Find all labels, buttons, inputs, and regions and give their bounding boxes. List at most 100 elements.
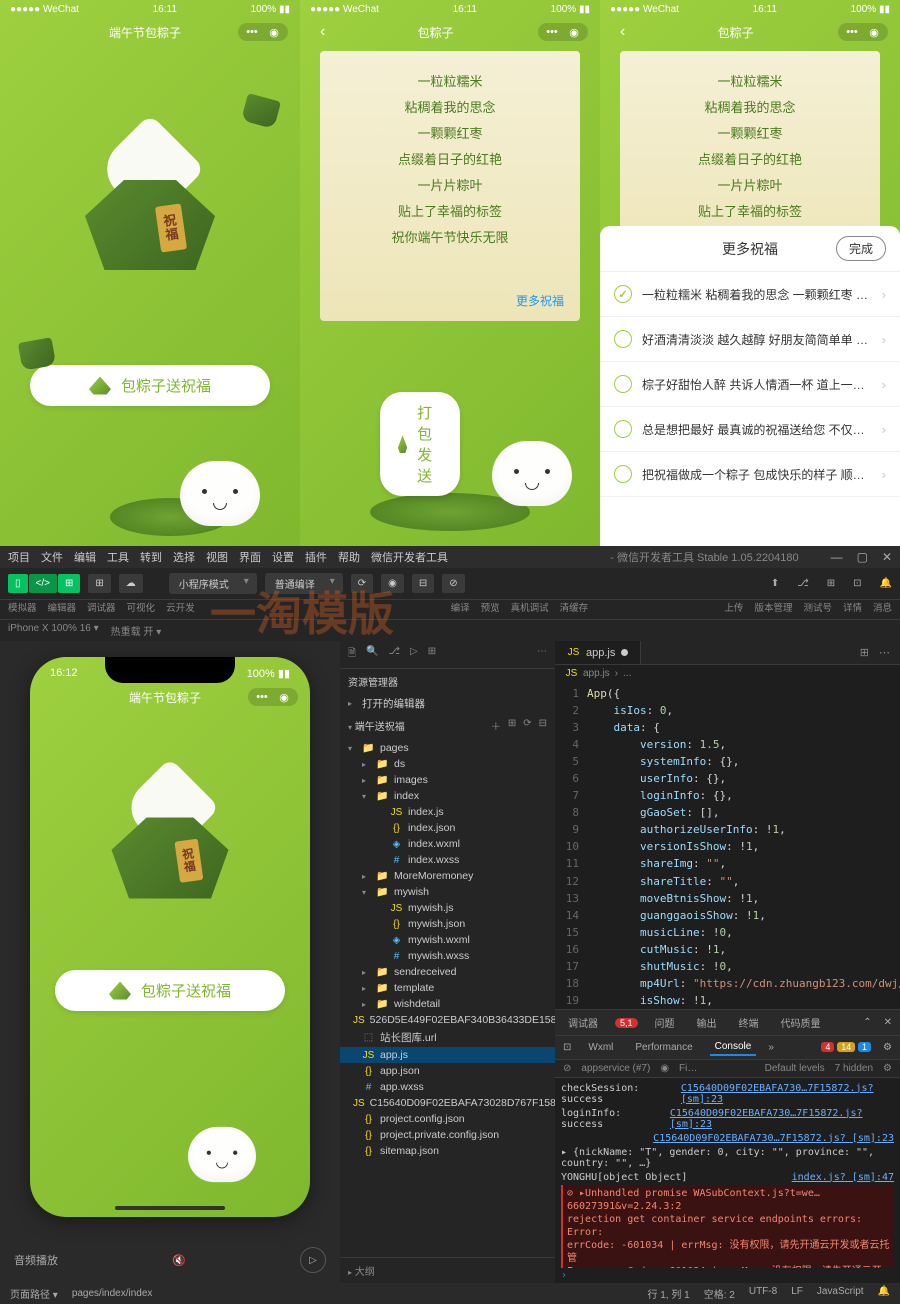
wish-item[interactable]: 好酒清清淡淡 越久越醇 好朋友简简单单 越久越… › — [600, 317, 900, 362]
eye-icon[interactable]: ◉ — [660, 1063, 669, 1074]
console-log[interactable]: checkSession: successC15640D09F02EBAFA73… — [561, 1081, 894, 1106]
tree-item[interactable]: ▸ 📁 template — [340, 980, 555, 996]
capsule-button[interactable]: ••• ◉ — [538, 23, 588, 41]
tree-item[interactable]: ▾ 📁 mywish — [340, 884, 555, 900]
new-folder-icon[interactable]: ⊞ — [508, 718, 516, 733]
radio-icon[interactable] — [614, 375, 632, 393]
device-select[interactable]: iPhone X 100% 16 ▾ — [8, 623, 99, 638]
radio-icon[interactable] — [614, 285, 632, 303]
cloud-toggle[interactable]: ☁ — [119, 574, 143, 593]
tree-item[interactable]: {} sitemap.json — [340, 1143, 555, 1159]
menu-icon[interactable]: ••• — [846, 26, 858, 38]
close-icon[interactable]: ◉ — [278, 691, 290, 703]
panel-close-icon[interactable]: ✕ — [884, 1017, 892, 1028]
more-tabs-icon[interactable]: » — [768, 1042, 774, 1053]
menu-item[interactable]: 界面 — [239, 549, 261, 565]
hot-reload-select[interactable]: 热重载 开 ▾ — [111, 623, 162, 638]
branch-icon[interactable]: ⎇ — [389, 646, 401, 663]
subtab-performance[interactable]: Performance — [630, 1040, 697, 1055]
sim-action-button[interactable]: 包粽子送祝福 — [55, 970, 285, 1011]
detail-icon[interactable]: ⊡ — [853, 578, 861, 589]
menu-item[interactable]: 设置 — [272, 549, 294, 565]
capsule-button[interactable]: ••• ◉ — [238, 23, 288, 41]
editor-tab-active[interactable]: JS app.js — [555, 641, 641, 664]
upload-icon[interactable]: ⬆ — [771, 578, 779, 589]
tree-item[interactable]: {} index.json — [340, 820, 555, 836]
settings-icon[interactable]: ⚙ — [883, 1042, 892, 1053]
breadcrumb[interactable]: JS app.js › ... — [555, 665, 900, 682]
menu-item[interactable]: 插件 — [305, 549, 327, 565]
tab-codequality[interactable]: 代码质量 — [776, 1013, 826, 1032]
done-button[interactable]: 完成 — [836, 236, 886, 261]
menu-item[interactable]: 转到 — [140, 549, 162, 565]
more-wishes-link[interactable]: 更多祝福 — [516, 292, 564, 309]
refresh-icon[interactable]: ⟳ — [523, 718, 531, 733]
tree-item[interactable]: ▾ 📁 pages — [340, 740, 555, 756]
main-action-button[interactable]: 包粽子送祝福 — [30, 365, 270, 406]
console-log[interactable]: loginInfo: successC15640D09F02EBAFA730…7… — [561, 1106, 894, 1131]
tree-item[interactable]: ⬚ 站长图库.url — [340, 1028, 555, 1047]
project-section[interactable]: ▾ 端午送祝福 ＋ ⊞ ⟳ ⊟ — [340, 713, 555, 738]
subtab-console[interactable]: Console — [710, 1039, 757, 1056]
radio-icon[interactable] — [614, 465, 632, 483]
preview-button[interactable]: ◉ — [381, 574, 404, 593]
console-log[interactable]: YONGHU[object Object]index.js? [sm]:47 — [561, 1170, 894, 1184]
tree-item[interactable]: {} project.config.json — [340, 1111, 555, 1127]
tree-item[interactable]: ◈ index.wxml — [340, 836, 555, 852]
console-prompt[interactable]: › — [555, 1268, 900, 1283]
encoding[interactable]: UTF-8 — [749, 1286, 777, 1301]
split-icon[interactable]: ⊞ — [860, 646, 869, 659]
collapse-icon[interactable]: ⊟ — [539, 718, 547, 733]
console-log[interactable]: C15640D09F02EBAFA730…7F15872.js? [sm]:23 — [561, 1131, 894, 1145]
more-icon[interactable]: ⋯ — [879, 646, 890, 659]
tree-item[interactable]: {} app.json — [340, 1063, 555, 1079]
close-icon[interactable]: ◉ — [268, 26, 280, 38]
clear-console-icon[interactable]: ⊘ — [563, 1063, 571, 1074]
tree-item[interactable]: {} project.private.config.json — [340, 1127, 555, 1143]
menu-item[interactable]: 微信开发者工具 — [371, 549, 448, 565]
filter-input[interactable]: Fi… — [679, 1063, 755, 1074]
tree-item[interactable]: ▸ 📁 images — [340, 772, 555, 788]
warn-count[interactable]: 14 — [837, 1042, 855, 1052]
tree-item[interactable]: # app.wxss — [340, 1079, 555, 1095]
tab-problems[interactable]: 问题 — [650, 1013, 680, 1032]
audio-playback-label[interactable]: 音频播放 — [14, 1252, 58, 1268]
menu-item[interactable]: 工具 — [107, 549, 129, 565]
more-icon[interactable]: ⋯ — [537, 646, 547, 663]
capsule-button[interactable]: ••• ◉ — [248, 688, 298, 706]
send-button[interactable]: 打包发送 — [380, 392, 460, 496]
radio-icon[interactable] — [614, 420, 632, 438]
menu-item[interactable]: 项目 — [8, 549, 30, 565]
menu-item[interactable]: 编辑 — [74, 549, 96, 565]
tree-item[interactable]: ◈ mywish.wxml — [340, 932, 555, 948]
tree-item[interactable]: # index.wxss — [340, 852, 555, 868]
clear-cache-button[interactable]: ⊘ — [442, 574, 464, 593]
outline-section[interactable]: ▸ 大纲 — [340, 1257, 555, 1283]
page-path[interactable]: pages/index/index — [72, 1288, 153, 1299]
tree-item[interactable]: # mywish.wxss — [340, 948, 555, 964]
inspect-icon[interactable]: ⊡ — [563, 1042, 571, 1053]
wish-item[interactable]: 总是想把最好 最真诚的祝福送给您 不仅是在每… › — [600, 407, 900, 452]
console-error[interactable]: ⊘ ▸Unhandled promise WASubContext.js?t=w… — [561, 1185, 894, 1268]
tree-item[interactable]: {} mywish.json — [340, 916, 555, 932]
menu-icon[interactable]: ••• — [256, 691, 268, 703]
wish-item[interactable]: 棕子好甜怡人醉 共诉人情酒一杯 道上一句祝福… › — [600, 362, 900, 407]
message-icon[interactable]: 🔔 — [880, 578, 892, 589]
new-file-icon[interactable]: ＋ — [491, 718, 501, 733]
search-icon[interactable]: 🔍 — [366, 646, 378, 663]
context-select[interactable]: appservice (#7) — [581, 1063, 650, 1074]
visual-toggle[interactable]: ⊞ — [88, 574, 110, 593]
explorer-icon[interactable]: 🗎 — [348, 646, 356, 663]
simulated-device[interactable]: 16:12 100% ▮▮ 端午节包粽子 ••• ◉ 祝福 — [30, 657, 310, 1217]
error-count[interactable]: 4 — [821, 1042, 834, 1052]
remote-debug-button[interactable]: ⊟ — [412, 574, 434, 593]
compile-select[interactable]: 普通编译 — [265, 573, 343, 594]
ext-icon[interactable]: ⊞ — [428, 646, 436, 663]
tree-item[interactable]: ▸ 📁 MoreMoremoney — [340, 868, 555, 884]
tree-item[interactable]: JS 526D5E449F02EBAF340B36433DE15872.js — [340, 1012, 555, 1028]
close-icon[interactable]: ◉ — [868, 26, 880, 38]
panel-up-icon[interactable]: ⌃ — [863, 1017, 871, 1028]
tab-output[interactable]: 输出 — [692, 1013, 722, 1032]
code-body[interactable]: App({ isIos: 0, data: { version: 1.5, sy… — [587, 682, 900, 1009]
language-mode[interactable]: JavaScript — [817, 1286, 864, 1301]
